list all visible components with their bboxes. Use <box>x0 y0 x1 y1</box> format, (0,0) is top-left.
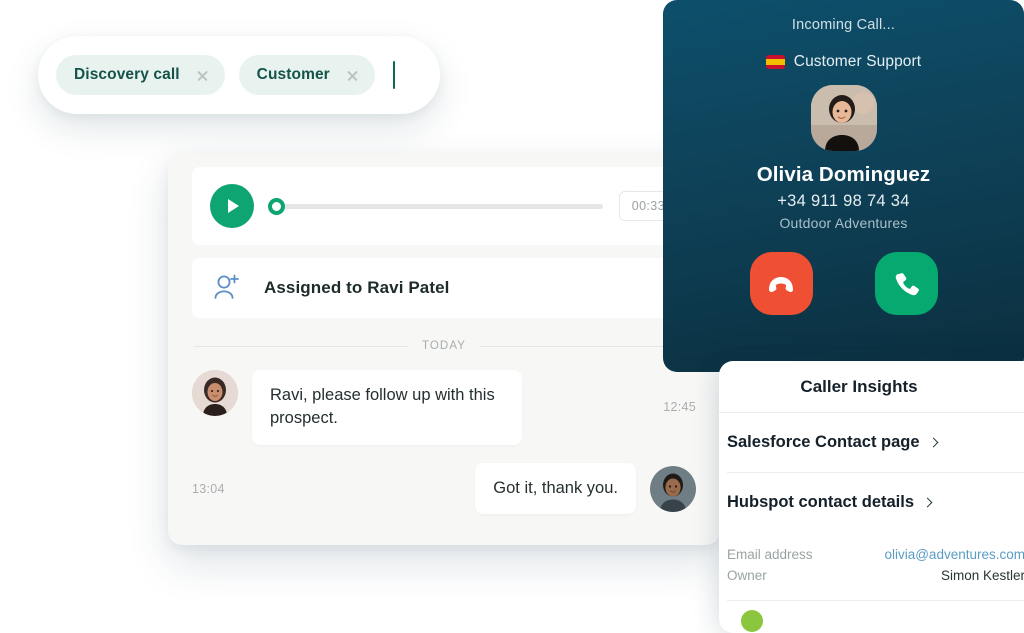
assignment-row[interactable]: Assigned to Ravi Patel <box>192 258 696 318</box>
chevron-right-icon[interactable] <box>922 497 933 508</box>
chat-bubble: Got it, thank you. <box>475 462 636 515</box>
caller-company: Outdoor Adventures <box>779 215 908 231</box>
call-action-buttons <box>663 252 1024 315</box>
seek-track[interactable] <box>282 203 603 209</box>
field-value: Simon Kestler <box>940 568 1024 583</box>
call-queue-row: Customer Support <box>663 53 1024 71</box>
tag-input-card[interactable]: Discovery call Customer <box>38 36 440 114</box>
close-icon[interactable] <box>346 69 359 82</box>
incoming-call-panel: Incoming Call... Customer Support Olivia… <box>663 0 1024 372</box>
seek-handle[interactable] <box>268 197 285 215</box>
salesforce-contact-link[interactable]: Salesforce Contact page <box>727 413 1024 473</box>
divider-line-right <box>480 345 694 347</box>
play-icon[interactable] <box>210 184 254 228</box>
audio-player[interactable]: 00:33 <box>192 167 696 245</box>
caller-insights-panel: Caller Insights Salesforce Contact page … <box>719 361 1024 633</box>
field-value[interactable]: olivia@adventures.com <box>884 547 1024 562</box>
play-triangle <box>228 199 239 213</box>
tag-chip-label: Customer <box>256 66 330 83</box>
caller-phone: +34 911 98 74 34 <box>777 192 910 210</box>
caller-name: Olivia Dominguez <box>756 163 931 186</box>
chat-message-outgoing: 13:04 Got it, thank you. <box>192 462 696 515</box>
caller-insights-title: Caller Insights <box>719 361 1024 413</box>
conversation-card: 00:33 Assigned to Ravi Patel TODAY Ravi,… <box>168 153 720 545</box>
tag-chip-label: Discovery call <box>74 66 180 83</box>
hubspot-contact-link[interactable]: Hubspot contact details <box>727 473 1024 532</box>
add-person-icon <box>210 271 244 305</box>
chat-message-incoming: Ravi, please follow up with this prospec… <box>192 370 696 445</box>
tag-chip-customer[interactable]: Customer <box>238 55 375 95</box>
close-icon[interactable] <box>196 69 209 82</box>
tag-chip-discovery-call[interactable]: Discovery call <box>56 55 225 95</box>
hangup-icon[interactable] <box>749 252 813 315</box>
date-separator: TODAY <box>194 340 694 352</box>
contact-fields: Email address olivia@adventures.com Owne… <box>719 532 1024 586</box>
field-label: Owner <box>727 568 767 583</box>
chevron-right-icon[interactable] <box>928 437 939 448</box>
message-timestamp: 12:45 <box>663 400 696 415</box>
seek-bar[interactable] <box>268 197 603 215</box>
screenshot-root: Discovery call Customer 00:33 Assigned t… <box>0 0 1024 633</box>
call-queue-label: Customer Support <box>793 53 922 70</box>
text-cursor <box>392 61 395 89</box>
chat-bubble: Ravi, please follow up with this prospec… <box>252 370 522 445</box>
avatar <box>650 465 696 512</box>
caller-avatar <box>810 85 877 151</box>
avatar <box>192 370 238 416</box>
spain-flag-icon <box>765 55 785 69</box>
divider-line-left <box>194 345 408 347</box>
hubspot-contact-label: Hubspot contact details <box>727 493 915 511</box>
assignment-label: Assigned to Ravi Patel <box>264 278 450 297</box>
status-badge <box>741 610 763 632</box>
call-status-text: Incoming Call... <box>791 17 896 33</box>
divider <box>727 600 1024 601</box>
phone-icon[interactable] <box>874 252 938 315</box>
message-timestamp: 13:04 <box>192 481 225 496</box>
field-owner: Owner Simon Kestler <box>727 565 1024 586</box>
date-separator-label: TODAY <box>421 340 467 352</box>
field-label: Email address <box>727 547 813 562</box>
field-email: Email address olivia@adventures.com <box>727 544 1024 565</box>
salesforce-contact-label: Salesforce Contact page <box>727 433 920 451</box>
